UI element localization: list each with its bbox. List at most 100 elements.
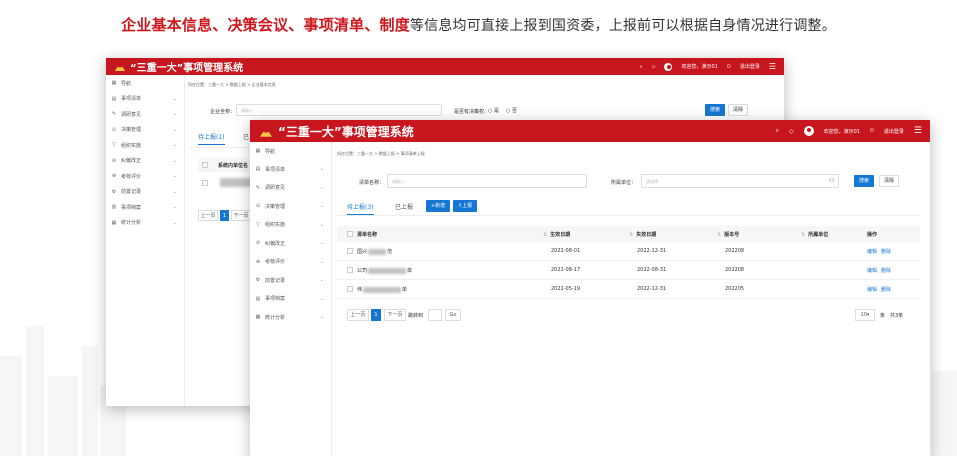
sidebar-item[interactable]: ⚙ 前置记录 ⌄ <box>250 271 331 290</box>
add-button[interactable]: +新增 <box>426 200 450 212</box>
filter-icon: ▽ <box>256 221 260 228</box>
stage: 企业基本信息、决策会议、事项清单、制度等信息均可直接上报到国资委，上报前可以根据… <box>0 0 957 456</box>
edit-link[interactable]: 编辑 <box>867 286 877 293</box>
logout-link[interactable]: 退出登录 <box>884 128 904 135</box>
column-header[interactable]: ⇅ 所属单位 <box>801 231 828 238</box>
jump-input[interactable] <box>428 309 442 321</box>
user-select-icon[interactable]: ⚇ <box>829 177 834 184</box>
back-next-page[interactable]: 下一页 <box>231 210 251 221</box>
front-table-header: 清单名称 ⇅ 生效日期 ⇅ 失效日期 ⇅ 版本号 ⇅ 所属单位 操作 <box>337 226 920 242</box>
sidebar-item[interactable]: ▤ 事项清单 ⌄ <box>106 91 184 107</box>
edit-link[interactable]: 编辑 <box>867 248 877 255</box>
back-title-bar: “三重一大”事项管理系统 ⌕ ◇ 欢迎您，演示01 ⏻ 退出登录 ☰ <box>106 58 784 75</box>
sidebar-item-label: 决策管理 <box>265 203 286 210</box>
row-checkbox[interactable] <box>347 286 353 292</box>
radio-yes[interactable]: ○ 是 <box>488 107 499 114</box>
sidebar-item[interactable]: ⊘ 纠偏改正 ⌄ <box>106 153 184 169</box>
column-header[interactable]: 操作 <box>867 231 877 238</box>
sidebar-item[interactable]: ✎ 调研意见 ⌄ <box>250 179 331 198</box>
sidebar-item[interactable]: ⊘ 纠偏改正 ⌄ <box>250 234 331 253</box>
avatar <box>803 126 814 136</box>
sidebar-item[interactable]: ▤ 事项清单 ⌄ <box>250 160 331 179</box>
column-header[interactable]: ⇅ 生效日期 <box>543 231 570 238</box>
sidebar-item[interactable]: ▦ 统计分析 ⌄ <box>250 308 331 327</box>
menu-icon[interactable]: ☰ <box>914 126 922 136</box>
sidebar-item[interactable]: ⊕ 考核评价 ⌄ <box>250 253 331 272</box>
sort-icon[interactable]: ⇅ <box>543 232 547 238</box>
chevron-down-icon: ⌄ <box>172 126 177 133</box>
page-size-select[interactable]: 10▾ <box>855 309 875 321</box>
edit-icon: ✎ <box>111 111 117 118</box>
sidebar-item[interactable]: ⊕ 考核评价 ⌄ <box>106 169 184 185</box>
sidebar-nav-header: ▦ 导航 <box>250 142 331 160</box>
front-tab-done[interactable]: 已上报 <box>395 202 413 211</box>
row-checkbox[interactable] <box>347 267 353 273</box>
search-icon[interactable]: ⌕ <box>776 127 779 135</box>
list-name-end: 单 <box>402 287 408 293</box>
header-checkbox[interactable] <box>347 231 353 237</box>
blurred-text <box>368 267 407 274</box>
row-checkbox[interactable] <box>347 248 353 254</box>
sidebar-item[interactable]: ⊙ 决策管理 ⌄ <box>250 197 331 216</box>
logout-link[interactable]: 退出登录 <box>740 63 760 70</box>
back-tab-done[interactable]: 已 <box>243 132 249 141</box>
back-tab-pending[interactable]: 待上报(1) <box>198 132 225 145</box>
go-button[interactable]: Go <box>445 309 461 321</box>
grid-icon: ▦ <box>255 148 261 154</box>
logo-icon <box>259 125 273 138</box>
back-row-checkbox[interactable] <box>202 180 208 186</box>
unit-select[interactable]: 请选择 <box>641 174 839 188</box>
front-search-button[interactable]: 搜索 <box>854 175 874 187</box>
table-row[interactable]: 伟单 2022-05-19 2022-12-31 202205 编辑 删除 <box>337 280 920 299</box>
report-button[interactable]: ⇪上报 <box>453 200 477 212</box>
start-date-cell: 2022-05-19 <box>551 286 581 292</box>
company-input[interactable]: 请输入 <box>236 104 442 116</box>
sort-icon[interactable]: ⇅ <box>801 232 805 238</box>
delete-link[interactable]: 删除 <box>881 248 891 255</box>
sidebar-item[interactable]: ⚙ 前置记录 ⌄ <box>106 184 184 200</box>
sidebar-item[interactable]: ⊙ 决策管理 ⌄ <box>106 122 184 138</box>
edit-link[interactable]: 编辑 <box>867 267 877 274</box>
front-page-1[interactable]: 1 <box>371 309 381 321</box>
column-header[interactable]: 清单名称 <box>357 231 377 238</box>
back-prev-page[interactable]: 上一页 <box>198 210 218 221</box>
menu-icon[interactable]: ☰ <box>769 62 776 71</box>
front-clear-button[interactable]: 清除 <box>879 175 899 187</box>
front-next-page[interactable]: 下一页 <box>384 309 406 321</box>
sort-icon[interactable]: ⇅ <box>717 232 721 238</box>
list-name-cell: 国兴 范 <box>357 248 392 255</box>
filter-icon: ▽ <box>112 142 116 149</box>
sidebar-item[interactable]: ▽ 组织实施 ⌄ <box>250 216 331 235</box>
stats-icon: ▦ <box>111 219 117 226</box>
bell-icon[interactable]: ◇ <box>652 64 656 70</box>
logout-icon[interactable]: ⏻ <box>870 128 874 134</box>
column-header[interactable]: ⇅ 失效日期 <box>629 231 656 238</box>
radio-no[interactable]: ○ 否 <box>506 107 517 114</box>
search-icon[interactable]: ⌕ <box>640 64 643 70</box>
app-title: “三重一大”事项管理系统 <box>278 124 414 139</box>
list-name-input[interactable]: 请输入 <box>387 174 587 188</box>
sidebar-item[interactable]: ▥ 事项档案 ⌄ <box>250 290 331 309</box>
back-header-checkbox[interactable] <box>202 162 208 168</box>
list-name-end: 范 <box>387 249 393 255</box>
front-tab-pending[interactable]: 待上报(3) <box>347 202 374 215</box>
table-row[interactable]: 国兴 范 2022-08-01 2022-12-31 202208 编辑 删除 <box>337 242 920 261</box>
table-row[interactable]: 公司 单 2022-08-17 2022-08-31 202208 编辑 删除 <box>337 261 920 280</box>
sidebar-item[interactable]: ▽ 组织实施 ⌄ <box>106 138 184 154</box>
welcome-text: 欢迎您，演示01 <box>823 128 860 135</box>
back-page-1[interactable]: 1 <box>220 210 229 221</box>
delete-link[interactable]: 删除 <box>881 267 891 274</box>
chevron-down-icon: ⌄ <box>319 203 324 210</box>
bell-icon[interactable]: ◇ <box>789 128 794 135</box>
sidebar-item[interactable]: ✎ 调研意见 ⌄ <box>106 107 184 123</box>
delete-link[interactable]: 删除 <box>881 286 891 293</box>
back-clear-button[interactable]: 清除 <box>728 104 748 116</box>
end-date-cell: 2022-12-31 <box>637 248 667 254</box>
sidebar-item[interactable]: ▥ 事项档案 ⌄ <box>106 200 184 216</box>
logout-icon[interactable]: ⏻ <box>727 64 731 70</box>
sort-icon[interactable]: ⇅ <box>629 232 633 238</box>
back-search-button[interactable]: 搜索 <box>705 104 725 116</box>
front-prev-page[interactable]: 上一页 <box>347 309 369 321</box>
column-header[interactable]: ⇅ 版本号 <box>717 231 739 238</box>
sidebar-item[interactable]: ▦ 统计分析 ⌄ <box>106 215 184 231</box>
